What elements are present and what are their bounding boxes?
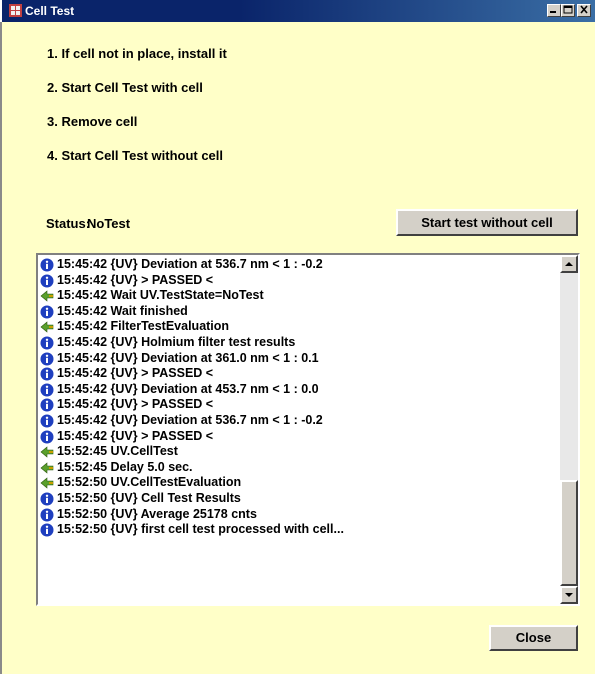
title-bar[interactable]: Cell Test <box>2 0 595 22</box>
scroll-up-button[interactable] <box>560 255 578 273</box>
log-entry-text: 15:45:42 {UV} Deviation at 453.7 nm < 1 … <box>57 381 319 396</box>
arrow-down-icon <box>565 593 573 597</box>
log-entry[interactable]: 15:52:50 UV.CellTestEvaluation <box>40 475 554 491</box>
command-icon <box>40 320 54 334</box>
info-icon <box>40 523 54 537</box>
log-entry[interactable]: 15:52:50 {UV} Cell Test Results <box>40 491 554 507</box>
log-entry[interactable]: 15:52:50 {UV} first cell test processed … <box>40 522 554 538</box>
status-value: NoTest <box>87 216 131 231</box>
log-entry-text: 15:52:45 UV.CellTest <box>57 444 178 459</box>
log-entry[interactable]: 15:45:42 {UV} Holmium filter test result… <box>40 335 554 351</box>
log-entry-text: 15:52:45 Delay 5.0 sec. <box>57 459 193 474</box>
log-entry[interactable]: 15:45:42 {UV} Deviation at 361.0 nm < 1 … <box>40 351 554 367</box>
info-icon <box>40 258 54 272</box>
minimize-button[interactable] <box>547 4 561 17</box>
step-2: 2. Start Cell Test with cell <box>47 80 203 95</box>
log-entry[interactable]: 15:45:42 {UV} Deviation at 536.7 nm < 1 … <box>40 413 554 429</box>
info-icon <box>40 492 54 506</box>
maximize-button[interactable] <box>561 4 575 17</box>
close-button[interactable]: Close <box>489 625 578 651</box>
app-icon <box>9 4 22 17</box>
log-entry-text: 15:45:42 {UV} > PASSED < <box>57 428 214 443</box>
command-icon <box>40 445 54 459</box>
log-entry-text: 15:52:50 {UV} Average 25178 cnts <box>57 506 257 521</box>
info-icon <box>40 430 54 444</box>
window-left-border <box>0 22 2 674</box>
log-entry-text: 15:45:42 Wait UV.TestState=NoTest <box>57 288 264 303</box>
log-entry-text: 15:45:42 {UV} > PASSED < <box>57 366 214 381</box>
command-icon <box>40 289 54 303</box>
log-entry[interactable]: 15:45:42 {UV} > PASSED < <box>40 366 554 382</box>
command-icon <box>40 461 54 475</box>
window-title: Cell Test <box>25 4 75 18</box>
log-entry-text: 15:45:42 FilterTestEvaluation <box>57 319 230 334</box>
log-box[interactable]: 15:45:42 {UV} Deviation at 536.7 nm < 1 … <box>36 253 580 606</box>
info-icon <box>40 414 54 428</box>
log-entry-text: 15:45:42 {UV} Holmium filter test result… <box>57 334 296 349</box>
log-entry[interactable]: 15:45:42 Wait UV.TestState=NoTest <box>40 288 554 304</box>
info-icon <box>40 383 54 397</box>
log-entry-text: 15:45:42 {UV} Deviation at 536.7 nm < 1 … <box>57 257 323 271</box>
info-icon <box>40 274 54 288</box>
log-entry[interactable]: 15:45:42 {UV} > PASSED < <box>40 273 554 289</box>
log-entry[interactable]: 15:45:42 FilterTestEvaluation <box>40 319 554 335</box>
log-entry-text: 15:45:42 {UV} Deviation at 536.7 nm < 1 … <box>57 412 323 427</box>
log-entry[interactable]: 15:52:45 UV.CellTest <box>40 444 554 460</box>
log-entry-text: 15:52:50 UV.CellTestEvaluation <box>57 475 242 490</box>
step-3: 3. Remove cell <box>47 114 138 129</box>
start-test-button[interactable]: Start test without cell <box>396 209 578 236</box>
log-entry-text: 15:52:50 {UV} Cell Test Results <box>57 490 241 505</box>
arrow-up-icon <box>565 262 573 266</box>
log-entry[interactable]: 15:45:42 Wait finished <box>40 304 554 320</box>
log-entry-text: 15:45:42 {UV} > PASSED < <box>57 272 214 287</box>
maximize-icon <box>563 5 573 14</box>
command-icon <box>40 476 54 490</box>
log-entry[interactable]: 15:45:42 {UV} Deviation at 536.7 nm < 1 … <box>40 257 554 273</box>
info-icon <box>40 336 54 350</box>
info-icon <box>40 508 54 522</box>
step-4: 4. Start Cell Test without cell <box>47 148 224 163</box>
minimize-icon <box>550 11 556 13</box>
scroll-thumb[interactable] <box>560 480 578 586</box>
log-entry-text: 15:45:42 Wait finished <box>57 303 188 318</box>
log-entry-text: 15:45:42 {UV} Deviation at 361.0 nm < 1 … <box>57 350 319 365</box>
log-entry[interactable]: 15:52:50 {UV} Average 25178 cnts <box>40 507 554 523</box>
scroll-down-button[interactable] <box>560 586 578 604</box>
log-entry[interactable]: 15:45:42 {UV} Deviation at 453.7 nm < 1 … <box>40 382 554 398</box>
step-1: 1. If cell not in place, install it <box>47 46 227 61</box>
log-list: 15:45:42 {UV} Deviation at 536.7 nm < 1 … <box>40 257 554 602</box>
log-entry-text: 15:52:50 {UV} first cell test processed … <box>57 522 344 537</box>
info-icon <box>40 352 54 366</box>
close-icon <box>580 5 588 14</box>
log-entry[interactable]: 15:45:42 {UV} > PASSED < <box>40 429 554 445</box>
info-icon <box>40 367 54 381</box>
log-entry-text: 15:45:42 {UV} > PASSED < <box>57 397 214 412</box>
log-scrollbar[interactable] <box>560 255 578 604</box>
close-window-button[interactable] <box>577 4 591 17</box>
log-entry[interactable]: 15:52:45 Delay 5.0 sec. <box>40 460 554 476</box>
info-icon <box>40 398 54 412</box>
log-entry[interactable]: 15:45:42 {UV} > PASSED < <box>40 397 554 413</box>
info-icon <box>40 305 54 319</box>
status-label: Status: <box>46 216 91 231</box>
cell-test-window: Cell Test 1. If cell not in place, insta… <box>2 0 595 674</box>
